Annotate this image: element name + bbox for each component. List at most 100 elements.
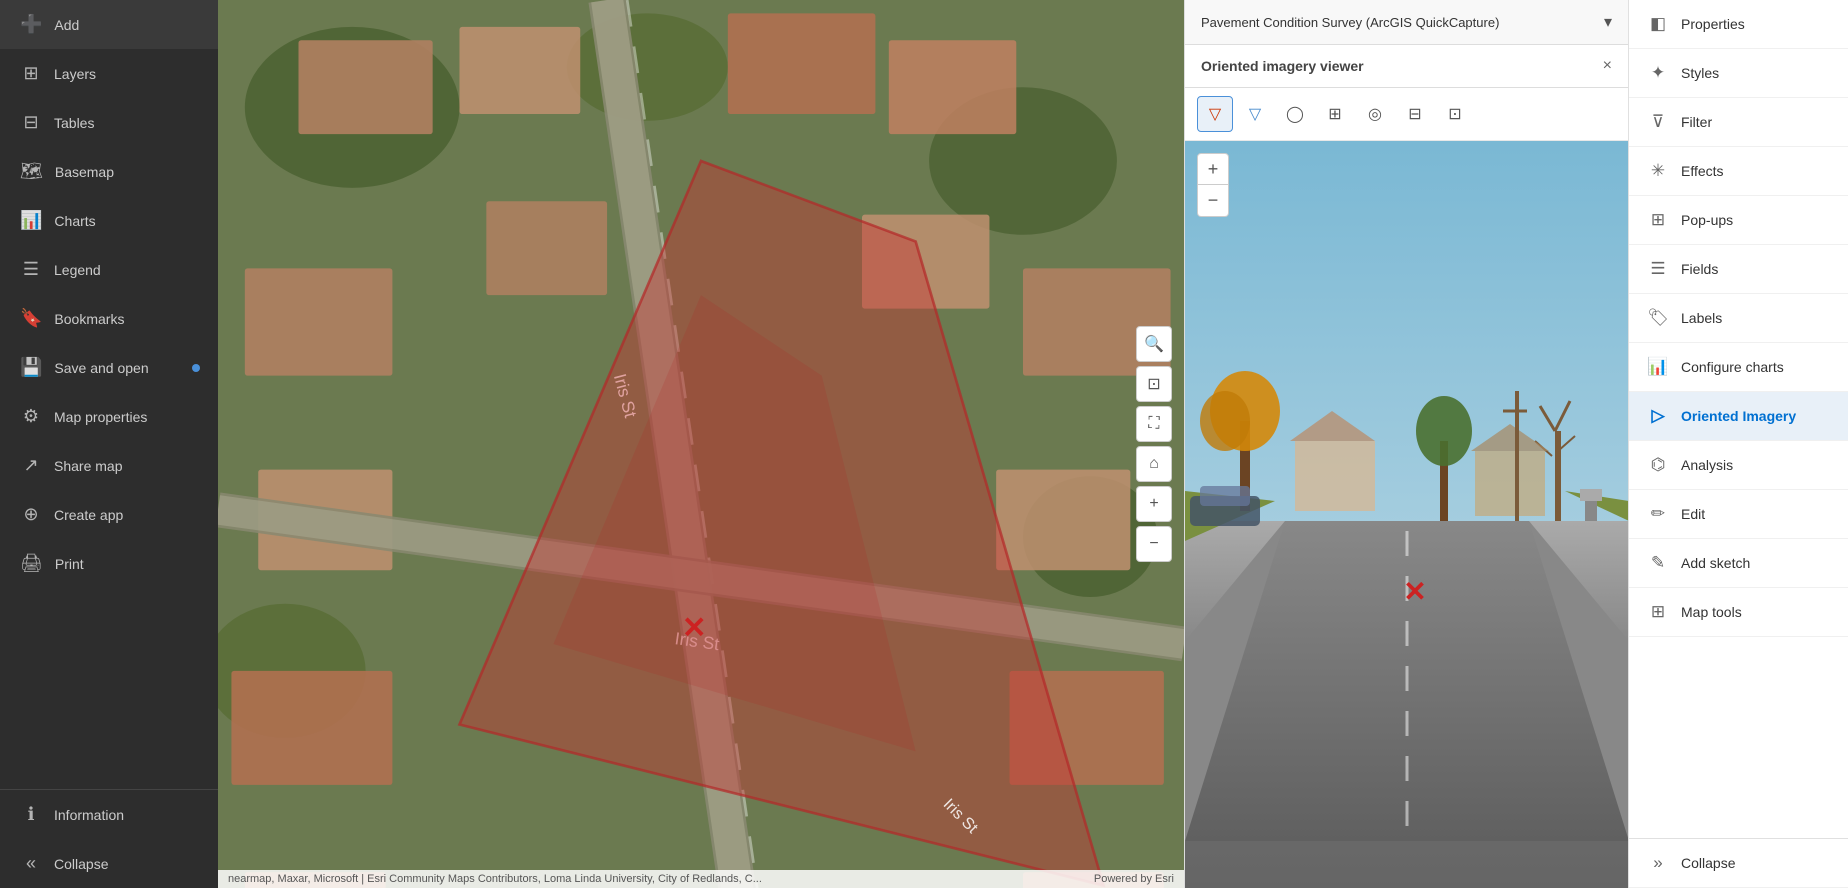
imagery-zoom-out[interactable]: − <box>1197 185 1229 217</box>
map-background[interactable]: Iris St Iris St ✕ Iris St <box>218 0 1184 888</box>
right-panel-item-analysis[interactable]: ⌬ Analysis <box>1629 441 1848 490</box>
imagery-close-button[interactable]: × <box>1603 57 1612 75</box>
fullscreen-button[interactable]: ⛶ <box>1136 406 1172 442</box>
sidebar-icon-layers: ⊞ <box>20 63 42 84</box>
right-panel-icon-properties: ◧ <box>1647 14 1669 34</box>
right-panel-item-collapse[interactable]: » Collapse <box>1629 839 1848 888</box>
powered-by-text: Powered by Esri <box>1094 873 1174 885</box>
right-panel-item-pop-ups[interactable]: ⊞ Pop-ups <box>1629 196 1848 245</box>
imagery-tool-sliders[interactable]: ⊟ <box>1397 96 1433 132</box>
zoom-out-button[interactable]: − <box>1136 526 1172 562</box>
sidebar-label-information: Information <box>54 807 124 823</box>
right-panel-item-effects[interactable]: ✳ Effects <box>1629 147 1848 196</box>
sidebar-label-layers: Layers <box>54 66 96 82</box>
app-title-bar: Pavement Condition Survey (ArcGIS QuickC… <box>1185 0 1628 45</box>
right-panel-item-edit[interactable]: ✏ Edit <box>1629 490 1848 539</box>
sidebar-icon-map-properties: ⚙ <box>20 406 42 427</box>
screenshot-button[interactable]: ⊡ <box>1136 366 1172 402</box>
map-svg: Iris St Iris St ✕ Iris St <box>218 0 1184 888</box>
right-panel-label-configure-charts: Configure charts <box>1681 359 1784 375</box>
right-panel-icon-filter: ⊽ <box>1647 112 1669 132</box>
map-area: Iris St Iris St ✕ Iris St 🔍 ⊡ ⛶ ⌂ + − ne… <box>218 0 1184 888</box>
right-panel-label-add-sketch: Add sketch <box>1681 555 1750 571</box>
sidebar-label-create-app: Create app <box>54 507 123 523</box>
imagery-tool-filter-blue[interactable]: ▽ <box>1237 96 1273 132</box>
sidebar-icon-create-app: ⊕ <box>20 504 42 525</box>
right-panel-label-oriented-imagery: Oriented Imagery <box>1681 408 1796 424</box>
sidebar-item-tables[interactable]: ⊟ Tables <box>0 98 218 147</box>
imagery-zoom-in[interactable]: + <box>1197 153 1229 185</box>
sidebar-item-map-properties[interactable]: ⚙ Map properties <box>0 392 218 441</box>
right-panel-icon-oriented-imagery: ▷ <box>1647 406 1669 426</box>
right-panel-item-styles[interactable]: ✦ Styles <box>1629 49 1848 98</box>
imagery-tool-icon-sliders: ⊟ <box>1408 104 1421 124</box>
right-panel-item-properties[interactable]: ◧ Properties <box>1629 0 1848 49</box>
sidebar-item-legend[interactable]: ☰ Legend <box>0 245 218 294</box>
right-panel-label-effects: Effects <box>1681 163 1724 179</box>
right-panel-icon-collapse: » <box>1647 853 1669 873</box>
map-attribution: nearmap, Maxar, Microsoft | Esri Communi… <box>218 870 1184 888</box>
right-panel-label-analysis: Analysis <box>1681 457 1733 473</box>
imagery-tool-image-icon[interactable]: ⊞ <box>1317 96 1353 132</box>
sidebar-item-create-app[interactable]: ⊕ Create app <box>0 490 218 539</box>
street-photo-svg: ✕ <box>1185 141 1628 841</box>
imagery-content: + − <box>1185 141 1628 888</box>
right-panel-icon-labels: 🏷 <box>1647 308 1669 328</box>
sidebar-icon-print: 🖨 <box>20 553 43 574</box>
imagery-tool-circle[interactable]: ◯ <box>1277 96 1313 132</box>
sidebar-item-information[interactable]: ℹ Information <box>0 790 218 839</box>
right-panel-label-fields: Fields <box>1681 261 1718 277</box>
right-panel-label-edit: Edit <box>1681 506 1705 522</box>
home-button[interactable]: ⌂ <box>1136 446 1172 482</box>
right-panel-item-fields[interactable]: ☰ Fields <box>1629 245 1848 294</box>
right-panel-label-labels: Labels <box>1681 310 1722 326</box>
sidebar-icon-save-and-open: 💾 <box>20 357 42 378</box>
right-panel-item-oriented-imagery[interactable]: ▷ Oriented Imagery <box>1629 392 1848 441</box>
map-toolbar: 🔍 ⊡ ⛶ ⌂ + − <box>1136 326 1172 562</box>
imagery-tool-filter-red[interactable]: ▽ <box>1197 96 1233 132</box>
sidebar-item-bookmarks[interactable]: 🔖 Bookmarks <box>0 294 218 343</box>
imagery-tool-compass[interactable]: ◎ <box>1357 96 1393 132</box>
sidebar-label-collapse: Collapse <box>54 856 108 872</box>
sidebar-label-map-properties: Map properties <box>54 409 147 425</box>
sidebar-item-save-and-open[interactable]: 💾 Save and open <box>0 343 218 392</box>
street-photo: ✕ <box>1185 141 1628 888</box>
sidebar-item-charts[interactable]: 📊 Charts <box>0 196 218 245</box>
sidebar-icon-share-map: ↗ <box>20 455 42 476</box>
sidebar-item-add[interactable]: ➕ Add <box>0 0 218 49</box>
sidebar-item-collapse[interactable]: « Collapse <box>0 839 218 888</box>
save-dot <box>192 364 200 372</box>
search-button[interactable]: 🔍 <box>1136 326 1172 362</box>
app-title-chevron[interactable]: ▾ <box>1604 12 1612 32</box>
right-panel-label-properties: Properties <box>1681 16 1745 32</box>
right-panel-label-collapse: Collapse <box>1681 855 1735 871</box>
sidebar-icon-tables: ⊟ <box>20 112 42 133</box>
right-panel-icon-fields: ☰ <box>1647 259 1669 279</box>
sidebar-label-print: Print <box>55 556 84 572</box>
right-panel-label-styles: Styles <box>1681 65 1719 81</box>
right-panel-icon-add-sketch: ✎ <box>1647 553 1669 573</box>
sidebar-label-tables: Tables <box>54 115 94 131</box>
sidebar-item-layers[interactable]: ⊞ Layers <box>0 49 218 98</box>
sidebar-label-share-map: Share map <box>54 458 122 474</box>
imagery-tool-icon-circle: ◯ <box>1286 104 1304 124</box>
right-panel-item-configure-charts[interactable]: 📊 Configure charts <box>1629 343 1848 392</box>
right-panel-icon-pop-ups: ⊞ <box>1647 210 1669 230</box>
right-panel-item-filter[interactable]: ⊽ Filter <box>1629 98 1848 147</box>
sidebar-icon-basemap: 🗺 <box>20 161 43 182</box>
imagery-tool-icon-compass: ◎ <box>1368 104 1382 124</box>
sidebar-item-basemap[interactable]: 🗺 Basemap <box>0 147 218 196</box>
imagery-toolbar: ▽▽ ◯ ⊞ ◎ ⊟ ⊡ <box>1185 88 1628 141</box>
sidebar-icon-charts: 📊 <box>20 210 42 231</box>
sidebar-icon-bookmarks: 🔖 <box>20 308 42 329</box>
right-panel-item-labels[interactable]: 🏷 Labels <box>1629 294 1848 343</box>
right-panel-item-map-tools[interactable]: ⊞ Map tools <box>1629 588 1848 637</box>
imagery-zoom-controls: + − <box>1197 153 1229 217</box>
right-panel-item-add-sketch[interactable]: ✎ Add sketch <box>1629 539 1848 588</box>
imagery-tool-export[interactable]: ⊡ <box>1437 96 1473 132</box>
sidebar-item-print[interactable]: 🖨 Print <box>0 539 218 588</box>
sidebar-icon-collapse: « <box>20 853 42 874</box>
zoom-in-button[interactable]: + <box>1136 486 1172 522</box>
imagery-tool-icon-image-icon: ⊞ <box>1328 104 1341 124</box>
sidebar-item-share-map[interactable]: ↗ Share map <box>0 441 218 490</box>
